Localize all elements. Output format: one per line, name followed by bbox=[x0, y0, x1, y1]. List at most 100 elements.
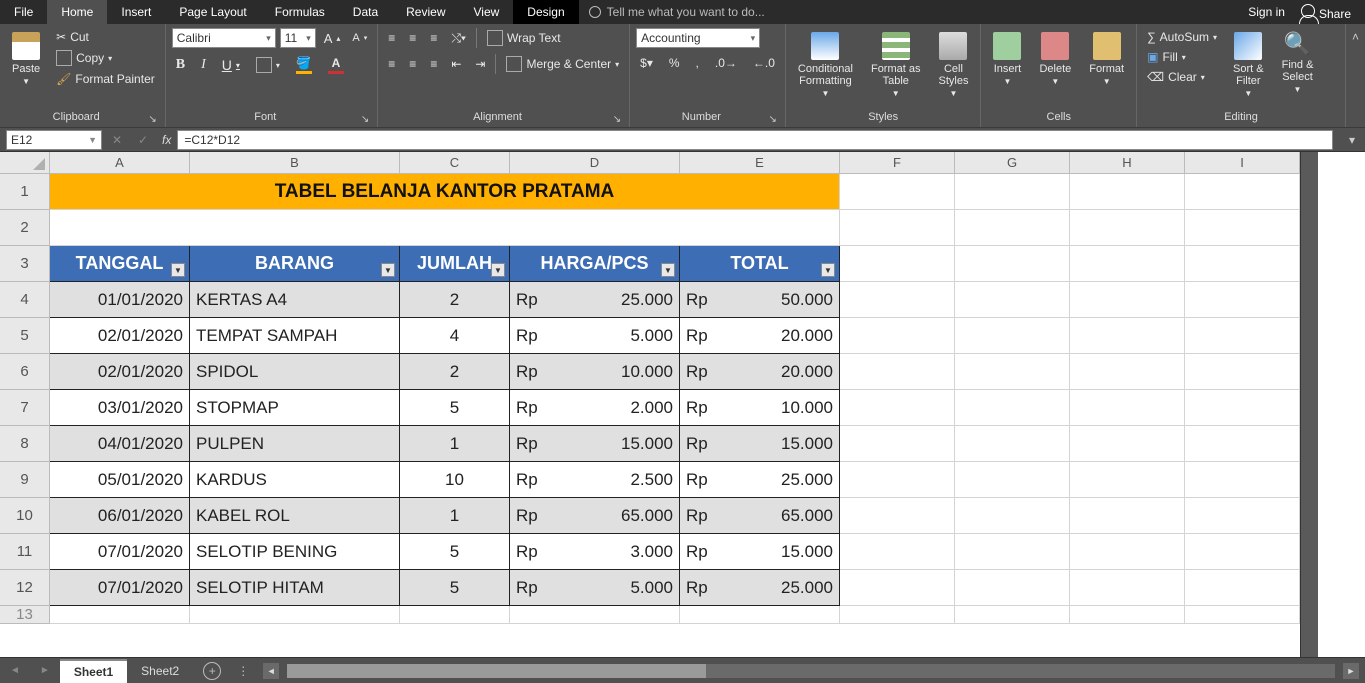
cell[interactable] bbox=[955, 462, 1070, 498]
alignment-dialog-launcher[interactable]: ↘ bbox=[611, 114, 623, 125]
row-header-4[interactable]: 4 bbox=[0, 282, 50, 318]
font-dialog-launcher[interactable]: ↘ bbox=[359, 114, 371, 125]
cell[interactable]: 1 bbox=[400, 498, 510, 534]
cell[interactable] bbox=[840, 534, 955, 570]
cell[interactable]: Rp20.000 bbox=[680, 354, 840, 390]
cell[interactable] bbox=[1070, 246, 1185, 282]
cell[interactable] bbox=[190, 606, 400, 624]
italic-button[interactable]: I bbox=[197, 55, 210, 75]
increase-decimal-button[interactable]: .0→ bbox=[711, 54, 741, 72]
bold-button[interactable]: B bbox=[172, 55, 189, 75]
cell[interactable]: Rp3.000 bbox=[510, 534, 680, 570]
cell[interactable] bbox=[1185, 426, 1300, 462]
cell[interactable] bbox=[840, 174, 955, 210]
cell[interactable]: 2 bbox=[400, 282, 510, 318]
cell[interactable] bbox=[955, 498, 1070, 534]
cell[interactable]: 07/01/2020 bbox=[50, 534, 190, 570]
row-header-11[interactable]: 11 bbox=[0, 534, 50, 570]
cell[interactable]: Rp5.000 bbox=[510, 318, 680, 354]
cell[interactable] bbox=[1185, 318, 1300, 354]
cell[interactable] bbox=[1185, 606, 1300, 624]
cell[interactable]: Rp2.000 bbox=[510, 390, 680, 426]
cell[interactable] bbox=[955, 210, 1070, 246]
cell[interactable]: Rp15.000 bbox=[510, 426, 680, 462]
row-header-3[interactable]: 3 bbox=[0, 246, 50, 282]
cell[interactable]: 10 bbox=[400, 462, 510, 498]
table-header-jumlah[interactable]: JUMLAH▼ bbox=[400, 246, 510, 282]
cell[interactable] bbox=[840, 354, 955, 390]
cell[interactable]: 05/01/2020 bbox=[50, 462, 190, 498]
cell[interactable]: KABEL ROL bbox=[190, 498, 400, 534]
font-size-select[interactable]: 11 bbox=[280, 28, 316, 48]
cell[interactable] bbox=[1070, 534, 1185, 570]
cell[interactable] bbox=[955, 570, 1070, 606]
row-header-8[interactable]: 8 bbox=[0, 426, 50, 462]
cell[interactable]: Rp5.000 bbox=[510, 570, 680, 606]
cell[interactable]: SELOTIP BENING bbox=[190, 534, 400, 570]
cell[interactable]: 2 bbox=[400, 354, 510, 390]
cell[interactable] bbox=[1070, 282, 1185, 318]
fx-icon[interactable]: fx bbox=[156, 133, 177, 147]
tab-formulas[interactable]: Formulas bbox=[261, 0, 339, 24]
cell[interactable] bbox=[840, 498, 955, 534]
cell[interactable] bbox=[840, 390, 955, 426]
fill-color-button[interactable]: 🪣 bbox=[292, 54, 316, 76]
cell[interactable] bbox=[840, 606, 955, 624]
sheet-tab-1[interactable]: Sheet1 bbox=[60, 659, 127, 683]
enter-formula-button[interactable]: ✓ bbox=[130, 133, 156, 147]
column-header-E[interactable]: E bbox=[680, 152, 840, 174]
cell[interactable] bbox=[1070, 498, 1185, 534]
number-dialog-launcher[interactable]: ↘ bbox=[767, 114, 779, 125]
cell[interactable]: Rp50.000 bbox=[680, 282, 840, 318]
tab-home[interactable]: Home bbox=[47, 0, 107, 24]
filter-icon[interactable]: ▼ bbox=[491, 263, 505, 277]
cell[interactable]: STOPMAP bbox=[190, 390, 400, 426]
cell[interactable] bbox=[1185, 498, 1300, 534]
new-sheet-button[interactable]: + bbox=[203, 662, 221, 680]
cell[interactable] bbox=[840, 210, 955, 246]
number-format-select[interactable]: Accounting bbox=[636, 28, 760, 48]
borders-button[interactable]: ▾ bbox=[252, 55, 284, 75]
cell[interactable] bbox=[1185, 174, 1300, 210]
cell[interactable]: SELOTIP HITAM bbox=[190, 570, 400, 606]
find-select-button[interactable]: 🔍Find & Select▼ bbox=[1276, 28, 1320, 99]
name-box[interactable]: E12▼ bbox=[6, 130, 102, 150]
cell-grid[interactable]: TABEL BELANJA KANTOR PRATAMATANGGAL▼BARA… bbox=[50, 174, 1300, 657]
sort-filter-button[interactable]: Sort & Filter▼ bbox=[1227, 28, 1270, 103]
row-header-5[interactable]: 5 bbox=[0, 318, 50, 354]
align-bottom-button[interactable]: ≡ bbox=[426, 29, 441, 47]
cell[interactable] bbox=[1070, 390, 1185, 426]
cell[interactable] bbox=[840, 426, 955, 462]
filter-icon[interactable]: ▼ bbox=[171, 263, 185, 277]
tab-file[interactable]: File bbox=[0, 0, 47, 24]
column-header-G[interactable]: G bbox=[955, 152, 1070, 174]
cell[interactable] bbox=[400, 606, 510, 624]
cell[interactable] bbox=[955, 174, 1070, 210]
fill-button[interactable]: ▣Fill▾ bbox=[1143, 48, 1221, 66]
font-color-button[interactable]: A bbox=[324, 54, 348, 76]
row-header-1[interactable]: 1 bbox=[0, 174, 50, 210]
cell[interactable]: Rp2.500 bbox=[510, 462, 680, 498]
cell[interactable] bbox=[1070, 462, 1185, 498]
cell[interactable] bbox=[1070, 570, 1185, 606]
cell[interactable]: 5 bbox=[400, 534, 510, 570]
cell[interactable] bbox=[955, 282, 1070, 318]
cell[interactable] bbox=[840, 462, 955, 498]
row-header-12[interactable]: 12 bbox=[0, 570, 50, 606]
increase-indent-button[interactable]: ⇥ bbox=[471, 55, 489, 73]
select-all-corner[interactable] bbox=[0, 152, 50, 174]
column-header-B[interactable]: B bbox=[190, 152, 400, 174]
cell[interactable] bbox=[1185, 570, 1300, 606]
cell[interactable]: PULPEN bbox=[190, 426, 400, 462]
cell[interactable]: Rp15.000 bbox=[680, 426, 840, 462]
cell[interactable] bbox=[1185, 390, 1300, 426]
conditional-formatting-button[interactable]: Conditional Formatting▼ bbox=[792, 28, 859, 103]
row-header-9[interactable]: 9 bbox=[0, 462, 50, 498]
align-center-button[interactable]: ≡ bbox=[405, 55, 420, 73]
cell[interactable]: Rp25.000 bbox=[510, 282, 680, 318]
column-header-D[interactable]: D bbox=[510, 152, 680, 174]
row-header-6[interactable]: 6 bbox=[0, 354, 50, 390]
cell[interactable] bbox=[955, 390, 1070, 426]
wrap-text-button[interactable]: Wrap Text bbox=[483, 28, 565, 48]
comma-format-button[interactable]: , bbox=[692, 54, 703, 72]
